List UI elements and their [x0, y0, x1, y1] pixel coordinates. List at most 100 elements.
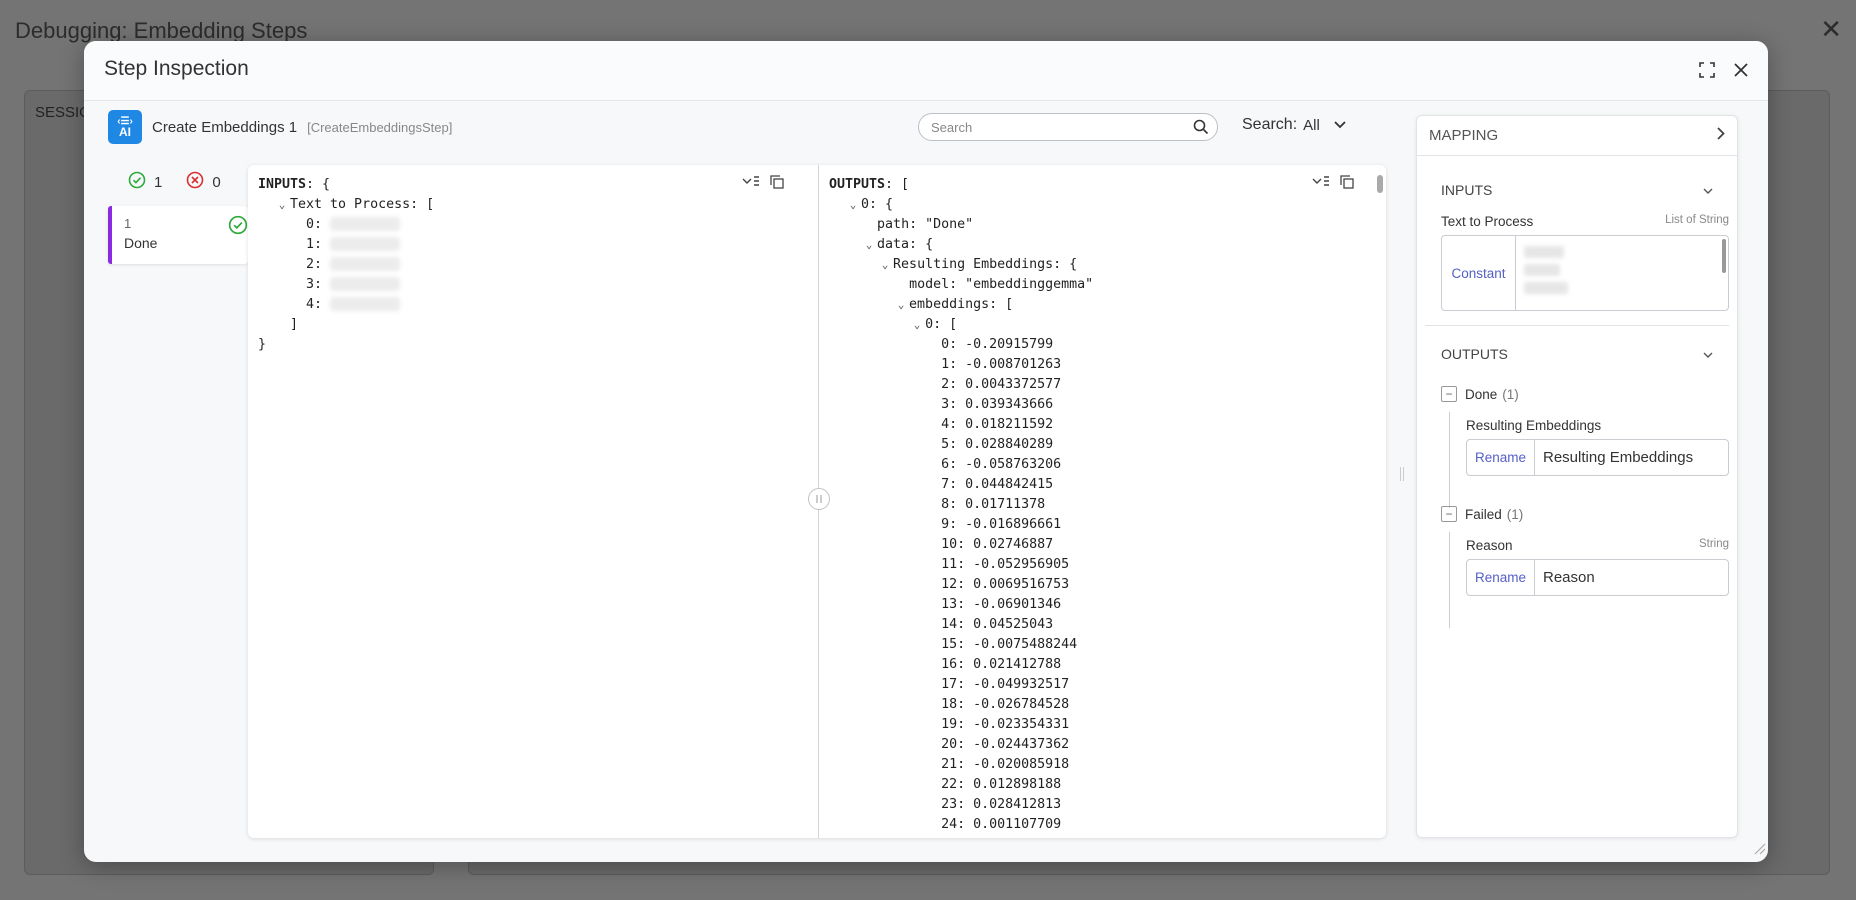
input-field-type: List of String — [1665, 214, 1729, 226]
ai-step-icon: ‹☰› AI — [108, 110, 142, 144]
search-mode-dropdown[interactable]: Search: All — [1242, 116, 1346, 134]
chevron-down-icon[interactable]: ⌄ — [893, 295, 909, 315]
output-field-row: Resulting Embeddings — [1466, 418, 1729, 433]
constant-button[interactable]: Constant — [1442, 236, 1516, 310]
embedding-value: 13: -0.06901346 — [941, 597, 1062, 612]
embedding-value-row: 2: 0.0043372577 — [829, 375, 1376, 395]
output-field-name: Reason — [1466, 538, 1513, 553]
mapping-resize-handle[interactable] — [1400, 467, 1404, 481]
search-icon[interactable] — [1193, 119, 1209, 140]
textarea-scrollbar[interactable] — [1722, 239, 1726, 273]
embedding-value: 24: 0.001107709 — [941, 817, 1062, 832]
collapse-all-icon[interactable] — [742, 175, 760, 194]
outputs-item-0: 0: { — [861, 197, 894, 212]
search-input[interactable] — [931, 119, 1181, 135]
step-header: ‹☰› AI Create Embeddings 1 [CreateEmbedd… — [108, 109, 452, 145]
embedding-value: 21: -0.020085918 — [941, 757, 1070, 772]
chevron-down-icon[interactable]: ⌄ — [909, 315, 925, 335]
embedding-value-row: 10: 0.02746887 — [829, 535, 1376, 555]
input-field-name: Text to Process — [1441, 214, 1534, 229]
embedding-value-row: 7: 0.044842415 — [829, 475, 1376, 495]
modal-title: Step Inspection — [104, 57, 249, 80]
failed-counter[interactable]: 0 — [186, 171, 221, 193]
collapse-minus-icon[interactable]: − — [1441, 506, 1457, 522]
outputs-scrollbar[interactable] — [1377, 175, 1383, 193]
embedding-value-row: 4: 0.018211592 — [829, 415, 1376, 435]
search-mode-label: Search: — [1242, 116, 1298, 133]
inputs-index: 4: — [306, 297, 323, 312]
output-group-header: − Done (1) — [1441, 386, 1729, 402]
background-close-icon[interactable]: ✕ — [1820, 14, 1842, 45]
chevron-down-icon[interactable]: ⌄ — [845, 195, 861, 215]
fullscreen-icon[interactable] — [1696, 59, 1718, 81]
embedding-values-list: 0: -0.20915799 1: -0.008701263 2: 0.0043… — [829, 335, 1376, 835]
inputs-field-key: Text to Process — [290, 197, 411, 212]
output-field-row: Reason String — [1466, 538, 1729, 553]
inputs-close-bracket: ] — [290, 317, 299, 332]
mapping-header: MAPPING — [1417, 116, 1737, 156]
path-item-done[interactable]: 1 Done — [108, 206, 248, 264]
rename-button[interactable]: Rename — [1467, 560, 1535, 595]
embedding-value-row: 1: -0.008701263 — [829, 355, 1376, 375]
chevron-right-icon[interactable] — [1717, 127, 1725, 144]
embedding-value-row: 21: -0.020085918 — [829, 755, 1376, 775]
embedding-value: 19: -0.023354331 — [941, 717, 1070, 732]
copy-icon[interactable] — [770, 175, 784, 194]
outputs-json-pane: OUTPUTS: [ ⌄ 0: { path: "Done" ⌄ data: { ⌄… — [819, 165, 1386, 838]
failed-count: 0 — [212, 173, 221, 191]
passed-count: 1 — [154, 173, 163, 191]
embedding-value-row: 20: -0.024437362 — [829, 735, 1376, 755]
rename-box: Rename Resulting Embeddings — [1466, 439, 1729, 476]
check-circle-icon — [228, 215, 248, 240]
embedding-value-row: 3: 0.039343666 — [829, 395, 1376, 415]
embedding-value: 11: -0.052956905 — [941, 557, 1070, 572]
chevron-down-icon — [1703, 346, 1713, 362]
output-field-type: String — [1698, 538, 1729, 550]
x-circle-icon — [186, 171, 204, 193]
step-type: [CreateEmbeddingsStep] — [307, 119, 453, 135]
rename-input[interactable]: Reason — [1535, 560, 1728, 595]
outputs-root-open: : [ — [885, 177, 910, 192]
step-inspection-modal: Step Inspection ‹☰› AI Create Embeddings… — [84, 41, 1768, 862]
close-icon[interactable] — [1730, 59, 1752, 81]
redacted-value — [330, 237, 401, 251]
embedding-value: 1: -0.008701263 — [941, 357, 1062, 372]
embedding-value-row: 8: 0.01711378 — [829, 495, 1376, 515]
embedding-value-row: 17: -0.049932517 — [829, 675, 1376, 695]
inputs-json-pane: INPUTS: { ⌄ Text to Process: [ 0: 1: 2: 3… — [248, 165, 818, 838]
chevron-down-icon[interactable]: ⌄ — [861, 235, 877, 255]
mapping-inputs-header[interactable]: INPUTS — [1417, 180, 1737, 200]
embedding-value: 5: 0.028840289 — [941, 437, 1054, 452]
embedding-value: 18: -0.026784528 — [941, 697, 1070, 712]
embedding-value-row: 12: 0.0069516753 — [829, 575, 1376, 595]
rename-button[interactable]: Rename — [1467, 440, 1535, 475]
chevron-down-icon[interactable]: ⌄ — [274, 195, 290, 215]
collapse-minus-icon[interactable]: − — [1441, 386, 1457, 402]
copy-icon[interactable] — [1340, 175, 1354, 194]
rename-input[interactable]: Resulting Embeddings — [1535, 440, 1728, 475]
mapping-outputs-header[interactable]: OUTPUTS — [1417, 344, 1737, 364]
chevron-down-icon[interactable]: ⌄ — [877, 255, 893, 275]
constant-values-textarea[interactable] — [1516, 236, 1728, 310]
inputs-pane-tools — [742, 175, 784, 194]
redacted-value — [330, 297, 401, 311]
output-group-name: Failed — [1465, 506, 1502, 522]
modal-resize-grip-icon[interactable] — [1752, 841, 1766, 860]
outputs-pane-tools — [1312, 175, 1354, 194]
output-group-done: − Done (1) Resulting Embeddings Rename R… — [1417, 364, 1737, 508]
output-field-name: Resulting Embeddings — [1466, 418, 1602, 433]
passed-counter[interactable]: 1 — [128, 171, 162, 193]
inputs-field-open: : [ — [410, 197, 435, 212]
modal-header: Step Inspection — [84, 41, 1768, 101]
outputs-data-line: data: { — [877, 237, 934, 252]
embedding-value: 16: 0.021412788 — [941, 657, 1062, 672]
mapping-title: MAPPING — [1429, 127, 1499, 144]
collapse-all-icon[interactable] — [1312, 175, 1330, 194]
outputs-root-key: OUTPUTS — [829, 177, 886, 192]
embedding-value-row: 22: 0.012898188 — [829, 775, 1376, 795]
embedding-value: 6: -0.058763206 — [941, 457, 1062, 472]
inputs-index: 2: — [306, 257, 323, 272]
embedding-value: 17: -0.049932517 — [941, 677, 1070, 692]
inputs-root-key: INPUTS — [258, 177, 307, 192]
outputs-embeddings-line: embeddings: [ — [909, 297, 1014, 312]
